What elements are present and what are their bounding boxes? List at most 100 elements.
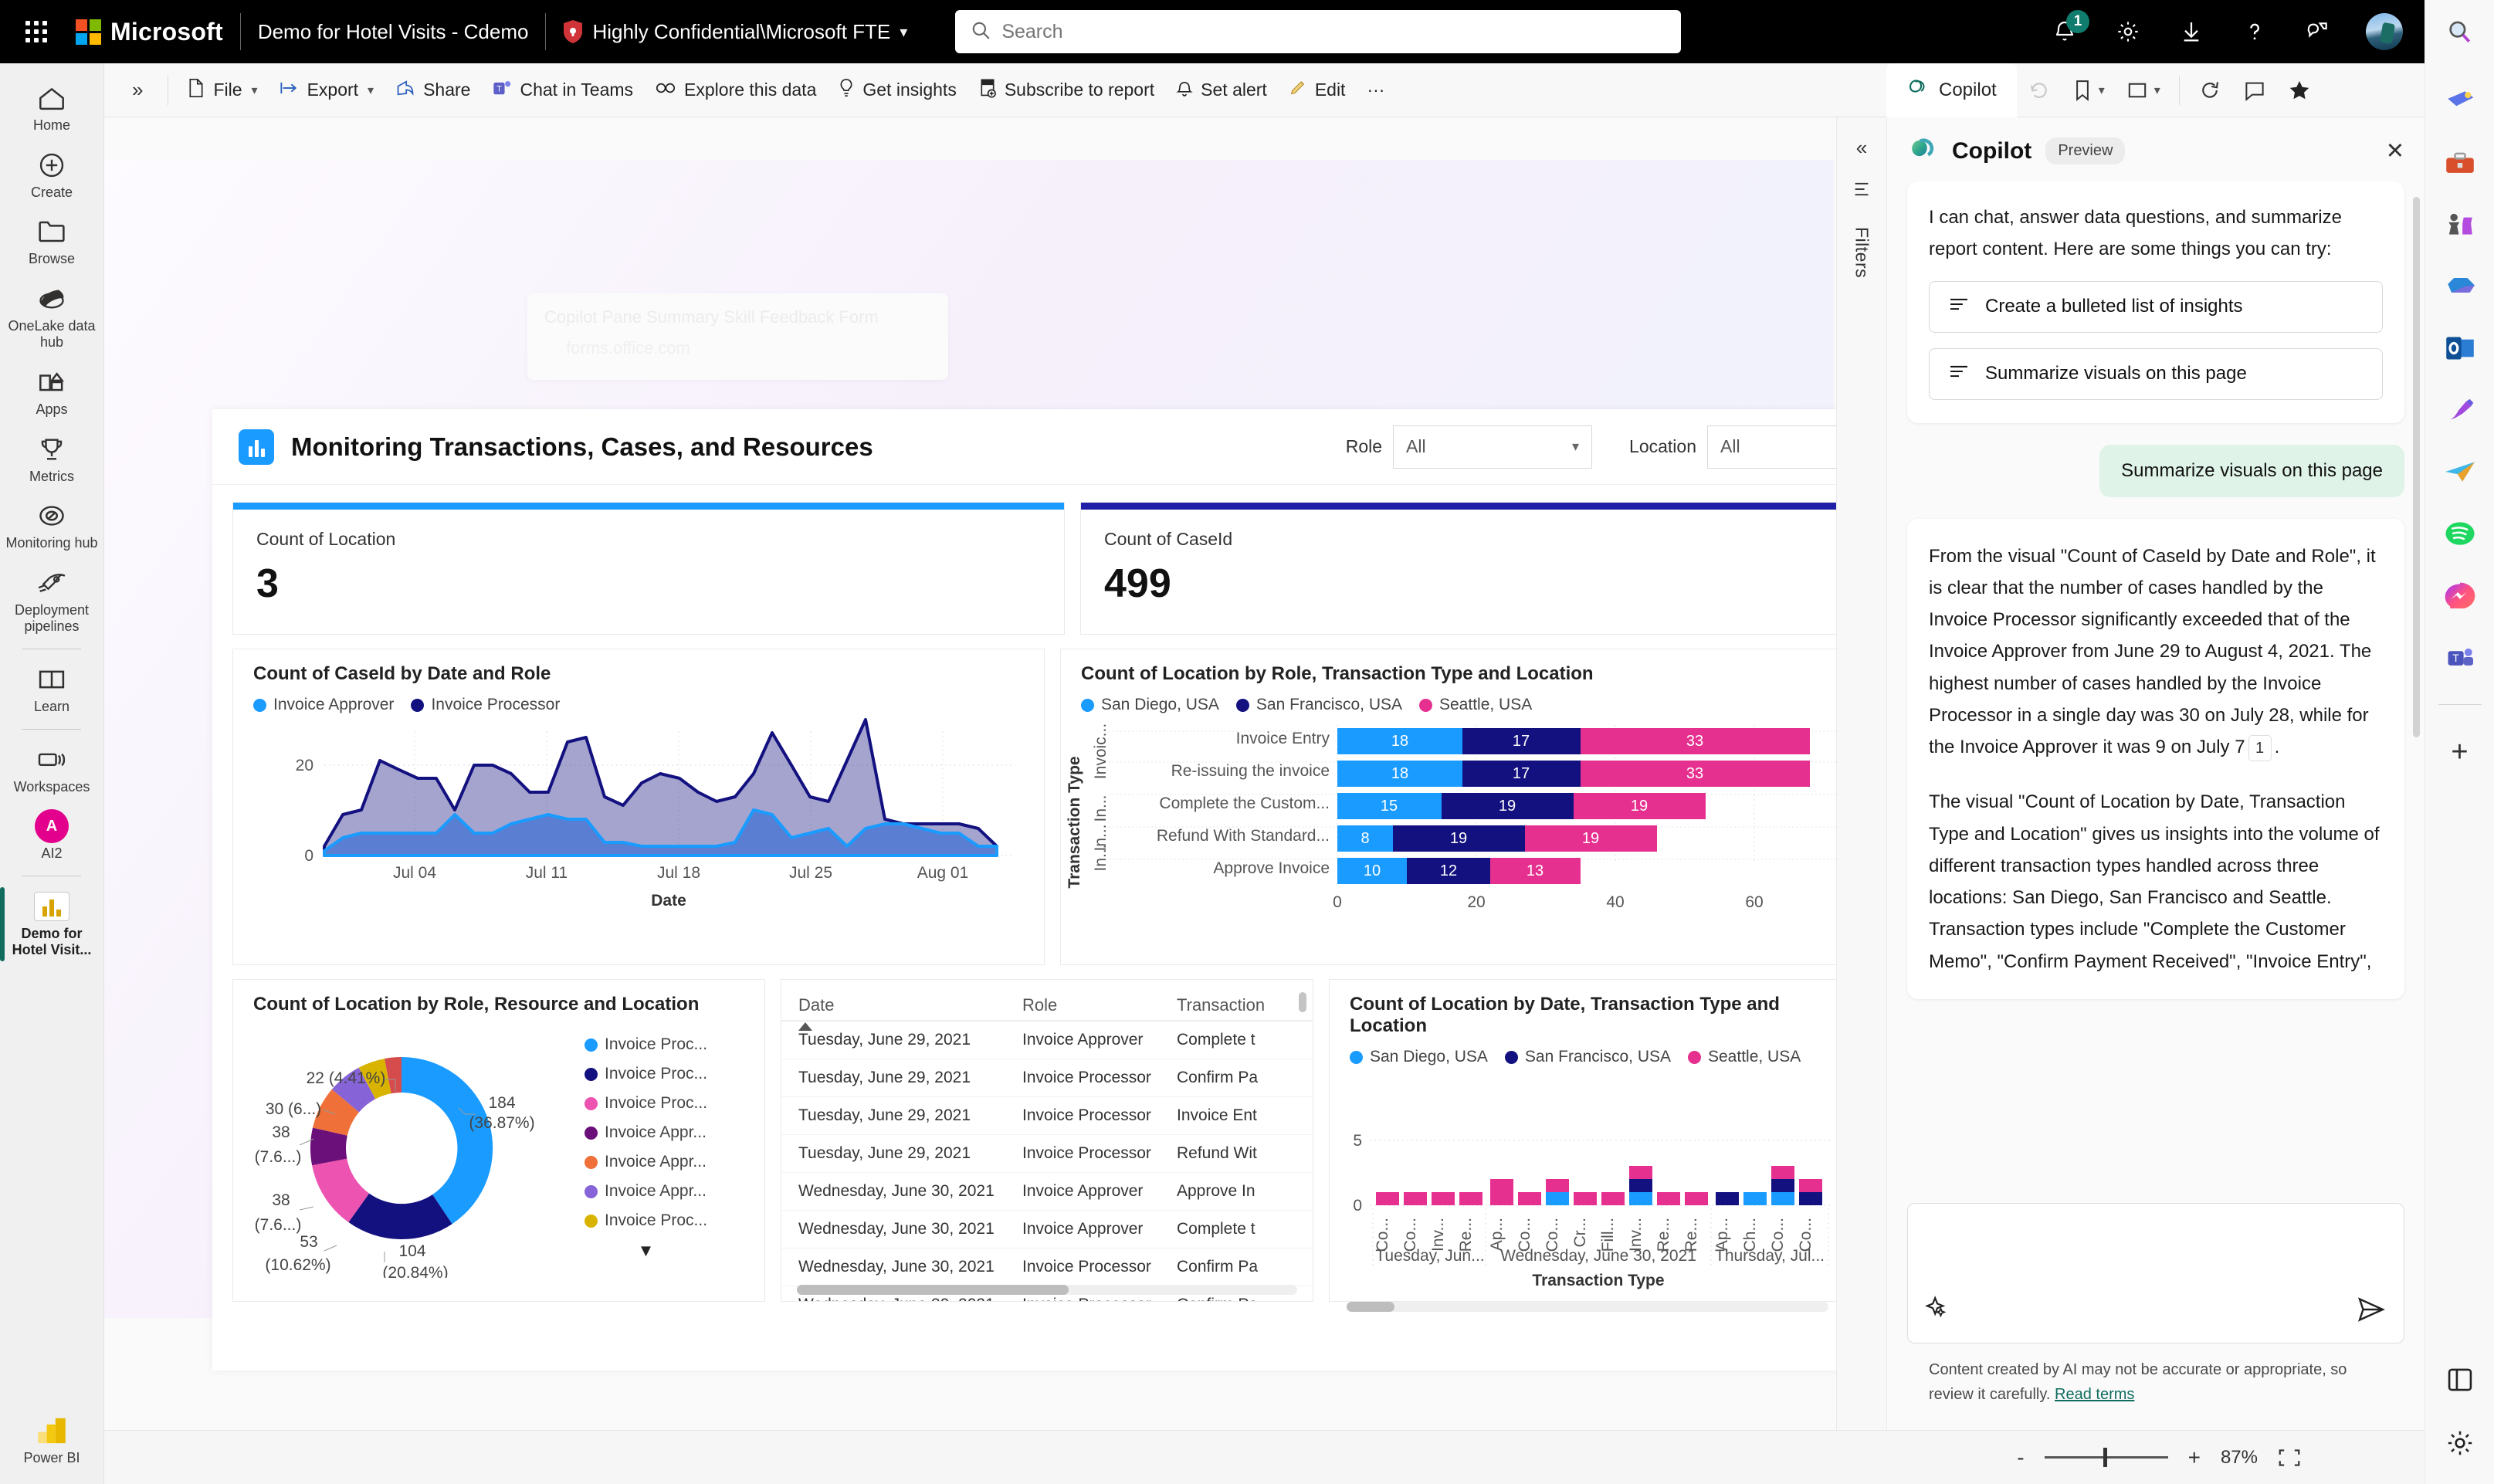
table-row[interactable]: Tuesday, June 29, 2021Invoice ProcessorR… <box>781 1135 1313 1173</box>
export-menu-button[interactable]: Export ▾ <box>269 73 385 107</box>
sidebar-item-apps[interactable]: Apps <box>0 358 104 425</box>
copilot-conversation[interactable]: I can chat, answer data questions, and s… <box>1887 181 2425 1203</box>
legend-item[interactable]: San Francisco, USA <box>1505 1048 1671 1066</box>
column-header-transaction[interactable]: Transaction <box>1160 995 1313 1021</box>
sidebar-item-monitoring-hub[interactable]: Monitoring hub <box>0 492 104 559</box>
report-name-breadcrumb[interactable]: Demo for Hotel Visits - Cdemo <box>258 20 529 44</box>
suggestion-summarize-visuals[interactable]: Summarize visuals on this page <box>1929 348 2383 400</box>
double-chevron-left-icon[interactable]: « <box>1856 136 1867 160</box>
chess-icon[interactable] <box>2442 207 2478 242</box>
powerbi-footer[interactable]: Power BI <box>0 1407 104 1484</box>
legend-item[interactable]: Invoice Appr... <box>585 1153 707 1171</box>
close-icon[interactable]: ✕ <box>2386 137 2404 164</box>
settings-gear-icon[interactable] <box>2442 1425 2478 1461</box>
app-launcher-button[interactable] <box>12 21 60 42</box>
bookmarks-button[interactable]: ▾ <box>2062 79 2116 102</box>
share-button[interactable]: Share <box>385 73 481 108</box>
legend-item[interactable]: San Diego, USA <box>1081 696 1219 714</box>
column-header-date[interactable]: Date <box>781 995 1005 1021</box>
onedrive-icon[interactable] <box>2442 269 2478 304</box>
table-row[interactable]: Wednesday, June 30, 2021Invoice Approver… <box>781 1173 1313 1211</box>
visual-area-chart-caseid-by-date-and-role[interactable]: Count of CaseId by Date and Role Invoice… <box>232 649 1045 965</box>
legend-item[interactable]: Invoice Proc... <box>585 1094 707 1113</box>
split-pane-icon[interactable] <box>2442 1362 2478 1398</box>
user-avatar[interactable] <box>2366 13 2403 50</box>
visual-table-transactions[interactable]: Date Role Transaction Tuesday, June 29, … <box>781 979 1313 1302</box>
designer-icon[interactable] <box>2442 392 2478 428</box>
bookmark-icon[interactable] <box>1852 180 1871 202</box>
legend-item[interactable]: Invoice Proc... <box>585 1065 707 1083</box>
column-header-role[interactable]: Role <box>1005 995 1160 1021</box>
kpi-card-count-of-location[interactable]: Count of Location 3 <box>232 502 1065 635</box>
zoom-in-button[interactable]: + <box>2188 1445 2201 1470</box>
notifications-button[interactable]: 1 <box>2049 16 2080 47</box>
legend-item[interactable]: Seattle, USA <box>1688 1048 1801 1066</box>
legend-item[interactable]: Invoice Proc... <box>585 1211 707 1230</box>
favorite-button[interactable] <box>2277 79 2322 102</box>
visual-donut-location-by-role-resource-location[interactable]: Count of Location by Role, Resource and … <box>232 979 765 1302</box>
chat-in-teams-button[interactable]: T Chat in Teams <box>481 73 644 108</box>
copilot-tab[interactable]: Copilot <box>1886 63 2017 117</box>
get-insights-button[interactable]: Get insights <box>827 72 967 109</box>
spotify-icon[interactable] <box>2442 516 2478 551</box>
rail-search-button[interactable] <box>2425 0 2494 63</box>
legend-item[interactable]: Seattle, USA <box>1419 696 1532 714</box>
legend-item[interactable]: Invoice Processor <box>411 696 560 714</box>
sidebar-item-workspaces[interactable]: Workspaces <box>0 736 104 803</box>
copilot-scrollbar[interactable] <box>2413 197 2420 737</box>
microsoft-logo[interactable]: Microsoft <box>76 18 223 46</box>
comments-button[interactable] <box>2232 80 2277 101</box>
table-horizontal-scrollbar[interactable] <box>797 1285 1069 1295</box>
sidebar-item-demo-for-hotel-visits[interactable]: Demo for Hotel Visit... <box>0 883 104 966</box>
legend-item[interactable]: Invoice Appr... <box>585 1123 707 1142</box>
settings-button[interactable] <box>2113 16 2143 47</box>
feedback-button[interactable] <box>2303 16 2333 47</box>
more-options-button[interactable]: ··· <box>1356 73 1395 107</box>
zoom-out-button[interactable]: - <box>2017 1445 2024 1470</box>
subscribe-to-report-button[interactable]: Subscribe to report <box>967 72 1165 109</box>
sidebar-item-metrics[interactable]: Metrics <box>0 425 104 493</box>
sidebar-item-learn[interactable]: Learn <box>0 656 104 723</box>
visual-stacked-bar-location-by-role-transaction-type-location[interactable]: Count of Location by Role, Transaction T… <box>1060 649 1872 965</box>
filters-label[interactable]: Filters <box>1852 227 1872 278</box>
outlook-icon[interactable] <box>2442 330 2478 366</box>
add-app-button[interactable]: + <box>2442 734 2478 770</box>
view-button[interactable]: ▾ <box>2116 80 2171 101</box>
send-button[interactable] <box>2356 1296 2387 1327</box>
sidebar-item-deployment-pipelines[interactable]: Deployment pipelines <box>0 559 104 642</box>
sidebar-item-ai2-workspace[interactable]: A AI2 <box>0 802 104 869</box>
set-alert-button[interactable]: Set alert <box>1165 73 1278 108</box>
teams-icon[interactable]: T <box>2442 639 2478 675</box>
help-button[interactable] <box>2239 16 2270 47</box>
legend-item[interactable]: Invoice Appr... <box>585 1182 707 1201</box>
suggestion-create-bulleted-list[interactable]: Create a bulleted list of insights <box>1929 281 2383 333</box>
edit-button[interactable]: Edit <box>1278 73 1357 108</box>
explore-this-data-button[interactable]: Explore this data <box>644 73 827 107</box>
column-horizontal-scrollbar[interactable] <box>1347 1302 1394 1312</box>
refresh-button[interactable] <box>2187 79 2232 102</box>
zoom-slider-thumb[interactable] <box>2103 1448 2107 1467</box>
zoom-slider[interactable] <box>2045 1456 2168 1459</box>
legend-more-icon[interactable]: ▼ <box>638 1241 655 1261</box>
table-row[interactable]: Wednesday, June 30, 2021Invoice Processo… <box>781 1249 1313 1286</box>
visual-column-chart-location-by-date-transaction-type-location[interactable]: Count of Location by Date, Transaction T… <box>1329 979 1846 1302</box>
sparkle-icon[interactable] <box>1925 1294 1954 1327</box>
copilot-input-box[interactable] <box>1907 1203 2404 1343</box>
sidebar-item-create[interactable]: Create <box>0 141 104 208</box>
sidebar-item-browse[interactable]: Browse <box>0 208 104 275</box>
sensitivity-label-button[interactable]: Highly Confidential\Microsoft FTE ▾ <box>563 19 907 44</box>
legend-item[interactable]: Invoice Proc... <box>585 1035 707 1054</box>
table-row[interactable]: Tuesday, June 29, 2021Invoice ApproverCo… <box>781 1021 1313 1059</box>
table-row[interactable]: Tuesday, June 29, 2021Invoice ProcessorI… <box>781 1097 1313 1135</box>
messenger-icon[interactable] <box>2442 578 2478 613</box>
telegram-icon[interactable] <box>2442 454 2478 490</box>
search-input[interactable] <box>1001 21 1665 43</box>
table-vertical-scrollbar[interactable] <box>1299 992 1306 1012</box>
feedback-form-toast[interactable]: Copilot Pane Summary Skill Feedback Form… <box>527 293 948 380</box>
sidebar-item-home[interactable]: Home <box>0 74 104 141</box>
sidebar-item-onelake-data-hub[interactable]: OneLake data hub <box>0 275 104 358</box>
file-menu-button[interactable]: File ▾ <box>176 72 268 109</box>
expand-ribbon-icon[interactable]: » <box>115 78 160 102</box>
briefcase-icon[interactable] <box>2442 145 2478 181</box>
read-terms-link[interactable]: Read terms <box>2055 1386 2134 1403</box>
